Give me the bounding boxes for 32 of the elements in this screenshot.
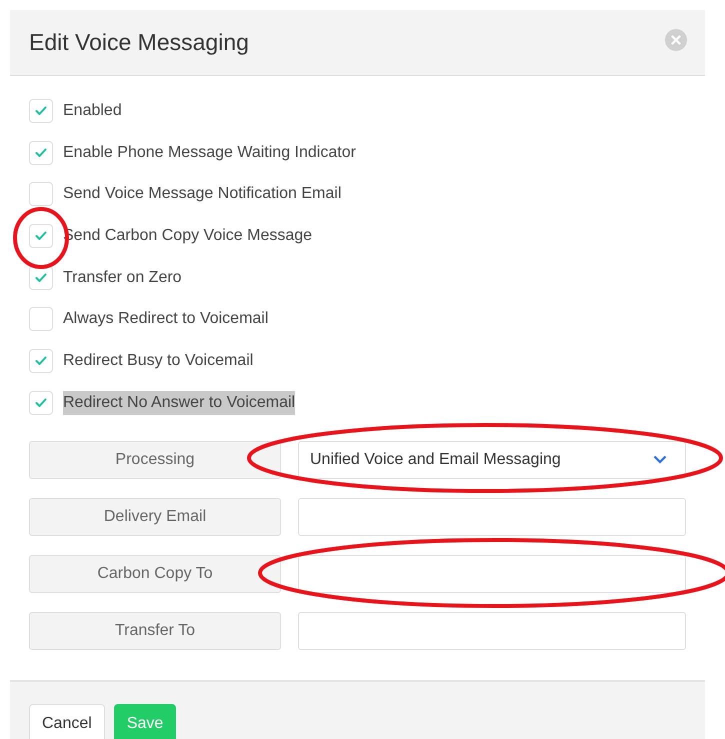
field-label: Processing [29,440,281,479]
checkbox[interactable] [29,390,53,415]
close-icon[interactable] [665,28,687,50]
checkmark-icon [35,231,47,242]
checkbox[interactable] [29,307,53,332]
field-label: Delivery Email [29,498,281,536]
checkbox[interactable] [29,99,53,123]
field-label: Transfer To [29,612,281,650]
checkbox-label: Enabled [63,101,122,121]
checkbox-label: Always Redirect to Voicemail [63,309,268,330]
chevron-down-icon [653,455,667,464]
cancel-button[interactable]: Cancel [29,704,105,739]
checkbox-label: Redirect No Answer to Voicemail [63,390,296,415]
checkmark-icon [35,356,47,366]
input-field[interactable] [298,498,686,536]
checkbox[interactable] [29,349,53,374]
checkbox-label: Enable Phone Message Waiting Indicator [63,142,356,163]
input-field[interactable] [298,612,686,650]
checkbox[interactable] [29,140,53,165]
field-label: Carbon Copy To [29,554,281,593]
dialog-title: Edit Voice Messaging [29,29,249,56]
checkmark-icon [35,106,47,116]
checkmark-icon [35,148,47,158]
checkbox-label: Transfer on Zero [63,268,182,288]
checkbox-label: Send Voice Message Notification Email [63,184,342,204]
checkbox[interactable] [29,224,53,248]
processing-dropdown[interactable]: Unified Voice and Email Messaging [298,440,686,479]
input-field[interactable] [298,554,686,593]
checkbox[interactable] [29,182,53,206]
checkmark-icon [35,272,47,283]
checkbox-label: Redirect Busy to Voicemail [63,351,254,372]
checkmark-icon [35,398,47,408]
